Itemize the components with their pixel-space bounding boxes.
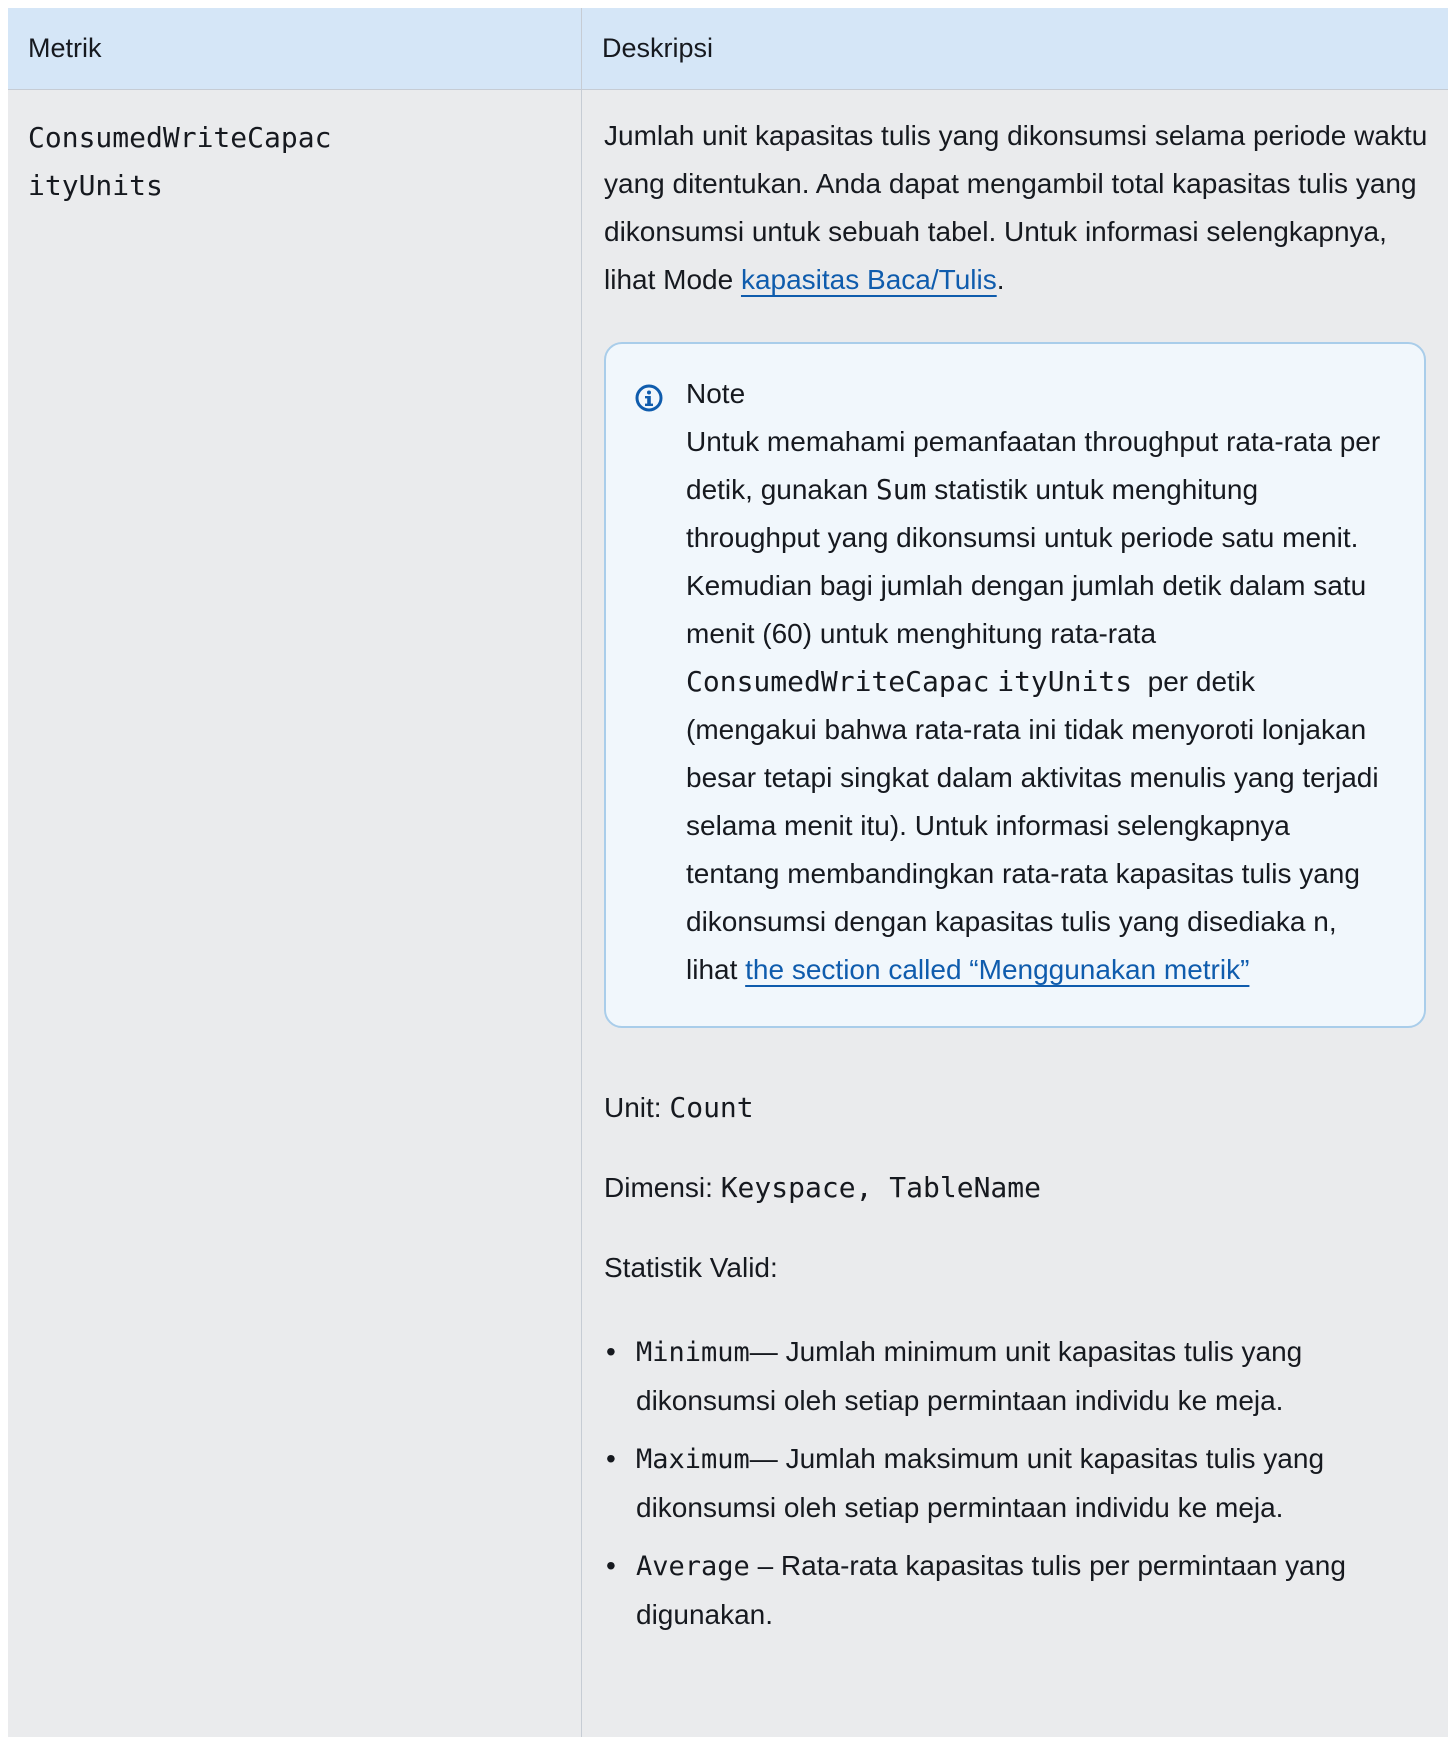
code-metric-part-1: ConsumedWriteCapac [686,665,990,698]
code-sum: Sum [875,473,927,506]
valid-statistics-label: Statistik Valid: [604,1252,778,1283]
info-icon [635,384,663,412]
description-text: Jumlah unit kapasitas tulis yang dikonsu… [604,120,1428,295]
bullet: • [606,1550,616,1581]
code-metric-part-2: ityUnits [997,665,1133,698]
table-header-row: Metrik Deskripsi [8,8,1448,90]
note-body: Untuk memahami pemanfaatan throughput ra… [686,418,1386,994]
capacity-mode-link[interactable]: kapasitas Baca/Tulis [741,264,997,295]
stat-code: Maximum [636,1444,750,1475]
note-title: Note [686,378,746,409]
description-cell: Jumlah unit kapasitas tulis yang dikonsu… [8,89,1448,1649]
unit-value: Count [669,1091,754,1124]
using-metrics-link[interactable]: the section called “Menggunakan metrik” [745,954,1249,985]
statistics-list: • Minimum— Jumlah minimum unit kapasitas … [604,1328,1430,1639]
list-item: • Average – Rata-rata kapasitas tulis per… [604,1542,1430,1639]
dimensions-value: Keyspace, TableName [720,1171,1041,1204]
description-paragraph: Jumlah unit kapasitas tulis yang dikonsu… [604,112,1430,304]
note-box: Note Untuk memahami pemanfaatan throughp… [604,342,1426,1028]
stat-code: Average [636,1551,750,1582]
dimensions-line: Dimensi: Keyspace, TableName [604,1164,1438,1212]
column-header-metrik: Metrik [8,8,582,89]
list-item: • Minimum— Jumlah minimum unit kapasitas … [604,1328,1430,1425]
bullet: • [606,1336,616,1367]
column-header-deskripsi: Deskripsi [602,33,714,63]
bullet: • [606,1443,616,1474]
dimensions-label: Dimensi: [604,1172,721,1203]
stat-code: Minimum [636,1337,750,1368]
note-text-3: per detik (mengakui bahwa rata-rata ini … [686,666,1387,985]
description-end: . [996,264,1005,295]
unit-line: Unit: Count [604,1084,1438,1132]
unit-label: Unit: [604,1092,670,1123]
metrics-table: Metrik Deskripsi ConsumedWriteCapac ityU… [8,8,1448,1737]
list-item: • Maximum— Jumlah maksimum unit kapasitas… [604,1435,1430,1532]
